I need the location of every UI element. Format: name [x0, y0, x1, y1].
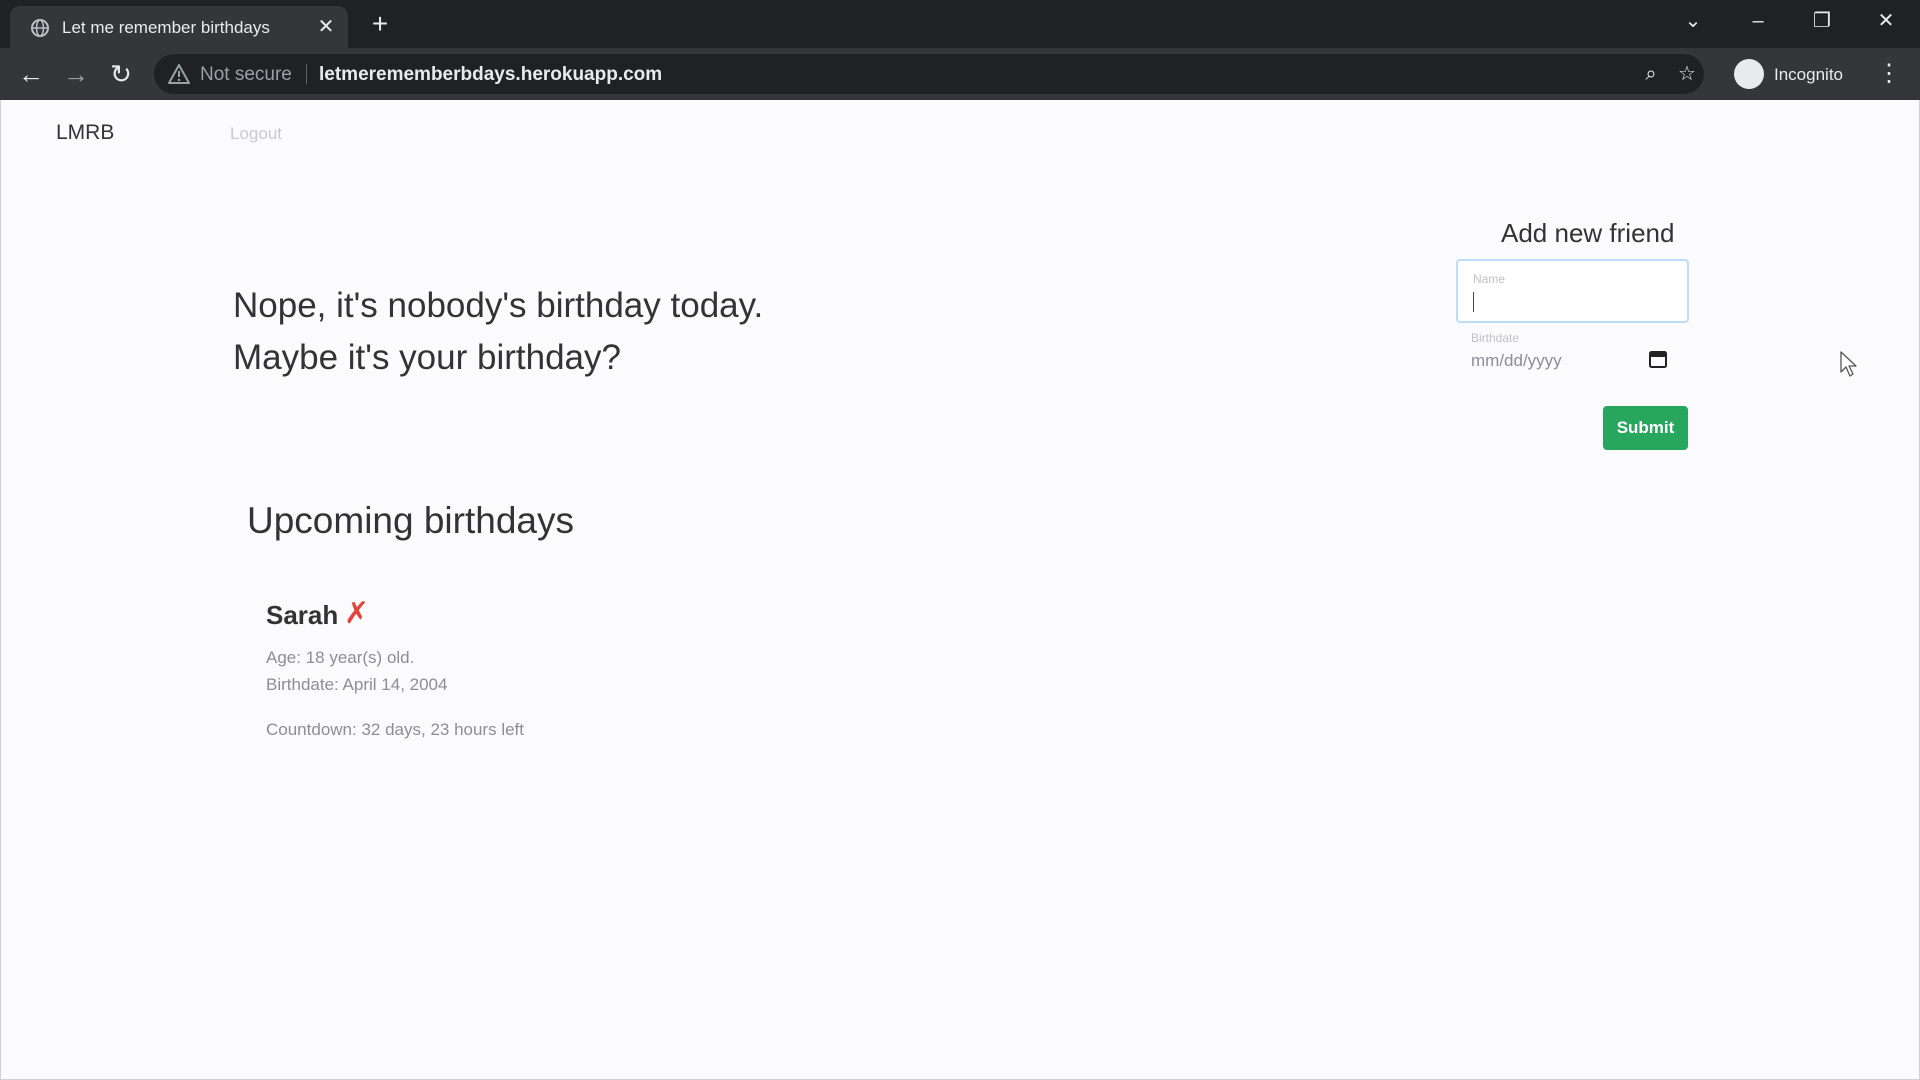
friend-name: Sarah: [266, 600, 339, 630]
url-text[interactable]: letmerememberbdays.herokuapp.com: [319, 64, 662, 86]
forward-button[interactable]: →: [60, 58, 92, 90]
incognito-icon: [1734, 59, 1764, 89]
text-caret: [1473, 292, 1474, 312]
birthdate-input[interactable]: Birthdate mm/dd/yyyy: [1456, 330, 1689, 394]
bookmark-star-icon[interactable]: ☆: [1675, 62, 1699, 86]
minimize-button[interactable]: –: [1738, 6, 1778, 36]
browser-tab[interactable]: Let me remember birthdays ✕: [10, 6, 348, 48]
new-tab-button[interactable]: +: [366, 10, 394, 38]
add-friend-heading: Add new friend: [1501, 218, 1675, 248]
reload-button[interactable]: ↻: [105, 58, 137, 90]
close-window-button[interactable]: ✕: [1866, 6, 1906, 36]
birthday-status-message: Nope, it's nobody's birthday today. Mayb…: [233, 280, 763, 384]
calendar-icon[interactable]: [1649, 350, 1667, 368]
site-brand[interactable]: LMRB: [56, 121, 114, 145]
name-input[interactable]: Name: [1456, 259, 1689, 323]
security-indicator[interactable]: Not secure: [200, 64, 292, 86]
incognito-profile-button[interactable]: Incognito: [1732, 56, 1854, 92]
friend-age: Age: 18 year(s) old.: [266, 648, 415, 667]
globe-icon: [31, 19, 49, 37]
friend-card: Sarah ✗ Age: 18 year(s) old. Birthdate: …: [266, 598, 666, 750]
birthdate-placeholder: mm/dd/yyyy: [1471, 351, 1562, 370]
name-field-label: Name: [1473, 272, 1506, 286]
browser-menu-icon[interactable]: ⋮: [1875, 58, 1903, 90]
tab-search-icon[interactable]: ⌄: [1673, 6, 1713, 36]
zoom-icon[interactable]: ⌕: [1639, 62, 1663, 86]
logout-link[interactable]: Logout: [230, 124, 282, 144]
status-line-1: Nope, it's nobody's birthday today.: [233, 286, 764, 325]
submit-button[interactable]: Submit: [1603, 406, 1688, 450]
status-line-2: Maybe it's your birthday?: [233, 338, 621, 377]
incognito-label: Incognito: [1774, 65, 1843, 84]
page-content: LMRB Logout Nope, it's nobody's birthday…: [0, 100, 1920, 1080]
warning-icon: [168, 64, 190, 84]
tab-title: Let me remember birthdays: [62, 18, 270, 37]
birthdate-field-label: Birthdate: [1471, 331, 1520, 345]
browser-tabstrip: Let me remember birthdays ✕ + ⌄ – ❐ ✕: [0, 0, 1920, 48]
mouse-pointer-icon: [1840, 351, 1857, 377]
omnibox-divider: [306, 64, 307, 84]
upcoming-birthdays-heading: Upcoming birthdays: [247, 500, 574, 541]
delete-friend-icon[interactable]: ✗: [344, 598, 369, 630]
address-bar[interactable]: Not secure letmerememberbdays.herokuapp.…: [154, 54, 1704, 94]
close-tab-icon[interactable]: ✕: [314, 15, 338, 39]
restore-button[interactable]: ❐: [1802, 6, 1842, 36]
back-button[interactable]: ←: [15, 58, 47, 90]
friend-countdown: Countdown: 32 days, 23 hours left: [266, 720, 524, 739]
browser-toolbar: ← → ↻ Not secure letmerememberbdays.hero…: [0, 48, 1920, 100]
friend-birthdate: Birthdate: April 14, 2004: [266, 675, 448, 694]
